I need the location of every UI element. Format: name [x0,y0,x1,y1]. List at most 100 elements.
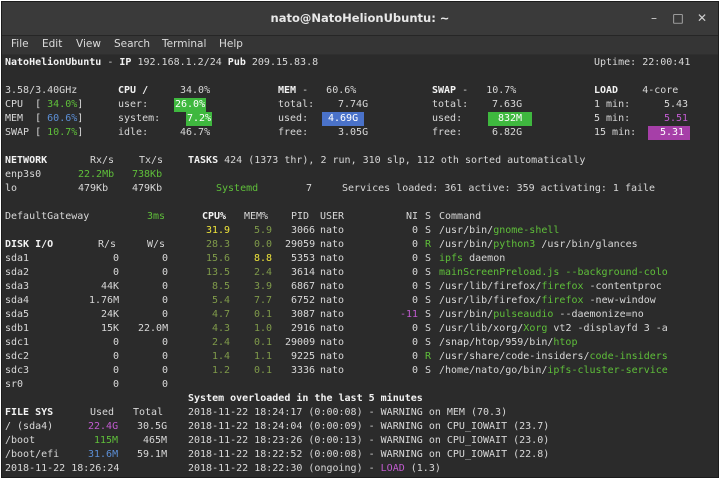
process-pid: 9225 [291,351,316,362]
maximize-icon[interactable]: □ [670,10,686,26]
disk-read: 0 [113,267,120,278]
process-state: S [425,267,432,278]
fs-label: FILE SYS [5,407,54,418]
process-cpu: 1.2 [212,365,231,376]
fs-total-header: Total [133,407,164,418]
proc-col-s[interactable]: S [425,210,431,224]
fs-name: /boot [5,435,36,446]
disk-read: 0 [113,365,120,376]
cpu-total: 34.0% [180,85,211,96]
process-state: S [425,281,432,292]
process-args: daemon [463,253,506,264]
alert-row: 2018-11-22 18:23:26 (0:00:13) - WARNING … [188,434,549,448]
process-args: vt2 -displayfd 3 -a [547,323,668,334]
process-mem: 1.1 [254,351,273,362]
minimize-icon[interactable]: – [646,10,662,26]
disk-read: 0 [113,337,120,348]
disk-read: 24K [101,309,120,320]
process-path: /snap/htop/959/bin/ [439,337,554,348]
menu-help[interactable]: Help [219,38,243,50]
process-name: ipfs-cluster-service [547,365,668,376]
process-mem: 0.1 [254,309,273,320]
process-ni: 0 [412,281,419,292]
terminal-output[interactable]: NatoHelionUbuntu - IP 192.168.1.2/24 Pub… [2,55,718,477]
close-icon[interactable]: ✕ [694,10,710,26]
process-pid: 6752 [291,295,316,306]
process-user: nato [320,281,345,292]
menu-edit[interactable]: Edit [42,38,62,50]
process-path: /usr/lib/xorg/ [439,323,524,334]
process-pid: 3087 [291,309,316,320]
process-name: python3 [493,239,536,250]
disk-write: 0 [162,253,169,264]
load-1min-label: 1 min: [594,99,631,110]
disk-write: 0 [162,379,169,390]
process-user: nato [320,365,345,376]
process-state: S [425,309,432,320]
menu-view[interactable]: View [76,38,101,50]
process-path: /usr/bin/ [439,239,494,250]
proc-col-ni[interactable]: NI [406,210,418,224]
process-user: nato [320,309,345,320]
process-command: /usr/lib/xorg/Xorg vt2 -displayfd 3 -a [439,322,668,336]
process-name: gnome-shell [493,225,560,236]
disk-write: 0 [162,309,169,320]
proc-col-cpu[interactable]: CPU% [202,210,226,224]
process-command: /usr/lib/firefox/firefox -new-window [439,294,656,308]
alert-key: LOAD [380,463,405,474]
fs-used: 31.6M [88,449,119,460]
mem-used-label: used: [278,113,309,124]
proc-col-pid[interactable]: PID [291,210,309,224]
process-cpu: 4.7 [212,309,231,320]
process-pid: 2916 [291,323,316,334]
process-path: /usr/share/code-insiders/ [439,351,590,362]
process-ni: 0 [412,323,419,334]
process-command: /usr/bin/python3 /usr/bin/glances [439,238,638,252]
load-15min: 5.31 [648,126,691,140]
disk-write: 0 [162,267,169,278]
proc-col-mem[interactable]: MEM% [244,210,268,224]
process-ni: 0 [412,295,419,306]
disk-name: sdc3 [5,365,30,376]
menu-terminal[interactable]: Terminal [162,38,206,50]
disk-name: sda5 [5,309,30,320]
process-command: /snap/htop/959/bin/htop [439,336,577,350]
alert-row: 2018-11-22 18:24:04 (0:00:09) - WARNING … [188,420,549,434]
gateway-label: DefaultGateway [5,211,90,222]
process-cpu: 8.5 [212,281,231,292]
process-state: S [425,295,432,306]
process-command: /usr/bin/pulseaudio --daemonize=no [439,308,644,322]
alert-row: 2018-11-22 18:22:52 (0:00:08) - WARNING … [188,448,549,462]
disk-name: sdc2 [5,351,30,362]
process-name: mainScreenPreload.js --background-colo [439,267,668,278]
mem-total-label: total: [278,99,315,110]
process-cpu: 1.4 [212,351,231,362]
process-mem: 3.9 [254,281,273,292]
proc-col-user[interactable]: USER [320,210,344,224]
process-user: nato [320,323,345,334]
terminal-window: nato@NatoHelionUbuntu: ~ – □ ✕ File Edit… [1,1,719,478]
disk-name: sdb1 [5,323,30,334]
menu-search[interactable]: Search [114,38,150,50]
network-iface: lo [5,183,18,194]
disk-w-header: W/s [147,239,166,250]
window-title: nato@NatoHelionUbuntu: ~ [270,11,450,25]
process-command: /home/nato/go/bin/ipfs-cluster-service [439,364,668,378]
load-header: LOAD 4-core [594,85,679,96]
menu-file[interactable]: File [11,38,29,50]
swap-used: 832M [488,112,533,126]
disk-write: 0 [162,365,169,376]
process-args: --daemonize=no [553,309,644,320]
alert-text: 2018-11-22 18:24:17 (0:00:08) - WARNING … [188,407,508,418]
disk-label: DISK I/O [5,239,54,250]
gateway-value: 3ms [147,211,166,222]
process-mem: 2.4 [254,267,273,278]
proc-col-command[interactable]: Command [439,210,481,224]
process-name: code-insiders [589,351,668,362]
process-name: firefox [541,295,584,306]
process-user: nato [320,337,345,348]
fs-used: 22.4G [88,421,119,432]
network-rx: 22.2Mb [78,169,115,180]
process-cpu: 2.4 [212,337,231,348]
process-ni: 0 [412,225,419,236]
